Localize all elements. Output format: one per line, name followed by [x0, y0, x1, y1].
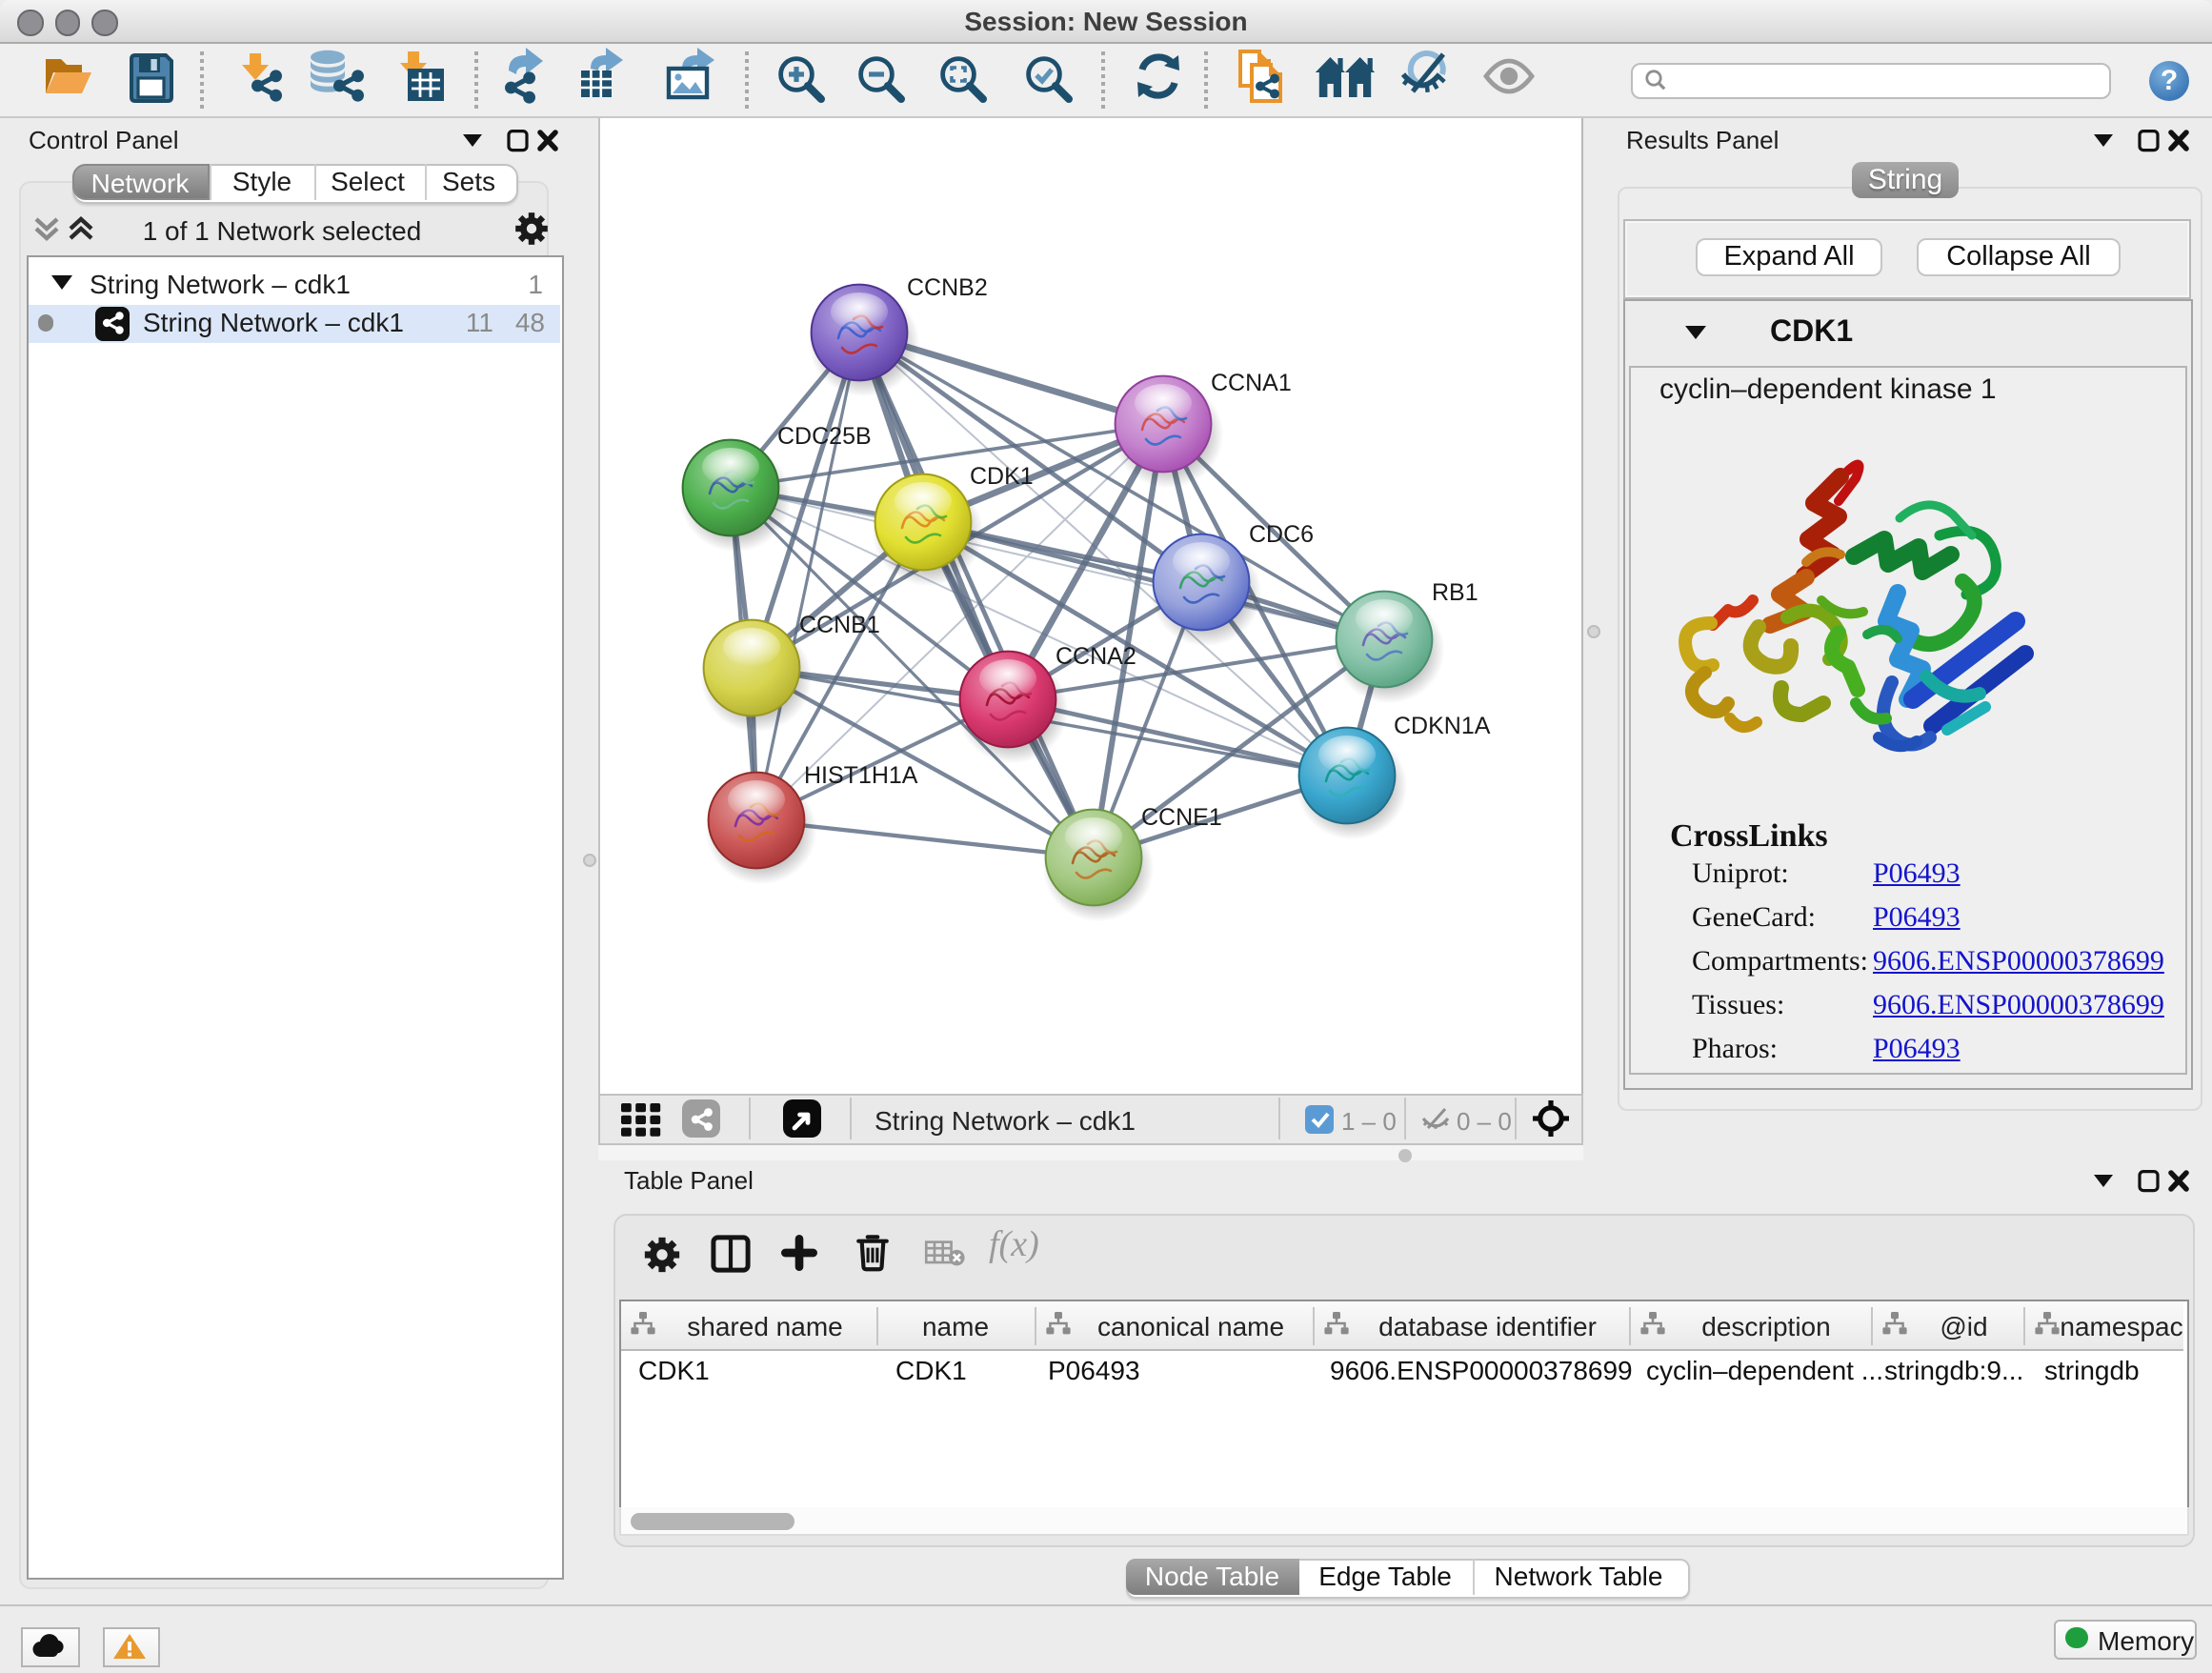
svg-text:CDK1: CDK1	[970, 463, 1034, 490]
svg-text:CCNB1: CCNB1	[799, 612, 880, 638]
svg-text:HIST1H1A: HIST1H1A	[804, 762, 918, 789]
svg-text:CDKN1A: CDKN1A	[1394, 713, 1491, 739]
svg-text:RB1: RB1	[1432, 579, 1478, 606]
svg-text:CCNE1: CCNE1	[1141, 804, 1222, 831]
svg-text:CCNA1: CCNA1	[1211, 370, 1292, 396]
svg-text:CDC25B: CDC25B	[777, 423, 872, 450]
svg-text:CCNB2: CCNB2	[907, 274, 988, 301]
svg-text:CCNA2: CCNA2	[1056, 643, 1136, 670]
svg-text:CDC6: CDC6	[1249, 521, 1314, 548]
